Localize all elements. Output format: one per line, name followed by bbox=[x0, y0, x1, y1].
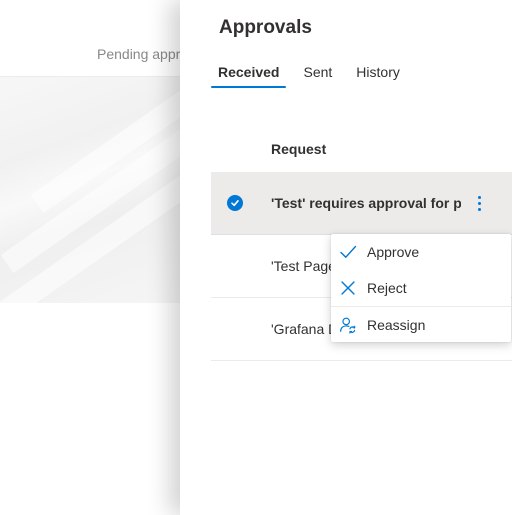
person-sync-icon bbox=[340, 317, 356, 334]
table-row[interactable]: 'Test' requires approval for pu bbox=[211, 172, 512, 235]
pending-approvals-text: Pending appr bbox=[97, 46, 181, 62]
column-header-request[interactable]: Request bbox=[271, 141, 326, 157]
context-menu: Approve Reject Reassign bbox=[331, 234, 511, 342]
approve-menu-item[interactable]: Approve bbox=[331, 234, 511, 270]
background-hero-image bbox=[0, 77, 200, 303]
x-icon bbox=[341, 281, 355, 295]
panel-title: Approvals bbox=[219, 17, 312, 38]
reassign-label: Reassign bbox=[367, 317, 426, 333]
checkmark-icon bbox=[340, 245, 357, 258]
reject-menu-item[interactable]: Reject bbox=[331, 270, 511, 306]
more-options-icon[interactable] bbox=[467, 188, 491, 218]
row-selected-checkmark-icon[interactable] bbox=[227, 195, 243, 211]
reassign-menu-item[interactable]: Reassign bbox=[331, 307, 511, 343]
reject-label: Reject bbox=[367, 280, 407, 296]
approve-label: Approve bbox=[367, 244, 420, 260]
tab-history[interactable]: History bbox=[349, 62, 407, 88]
tab-sent[interactable]: Sent bbox=[296, 62, 339, 88]
tab-bar: Received Sent History bbox=[211, 62, 407, 90]
request-title[interactable]: 'Test' requires approval for pu bbox=[271, 195, 461, 211]
tab-received[interactable]: Received bbox=[211, 62, 287, 88]
